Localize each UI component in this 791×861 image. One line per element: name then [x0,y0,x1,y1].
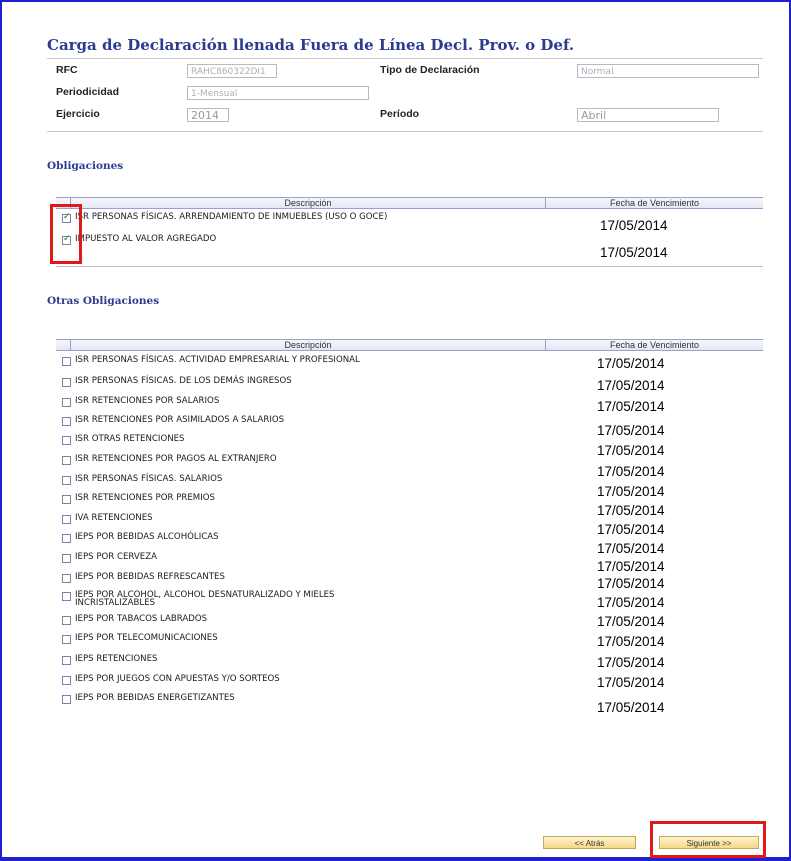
obligation-description: IEPS POR BEBIDAS ALCOHÓLICAS [75,532,219,542]
atras-button[interactable]: << Atrás [543,836,636,849]
obligation-due-date: 17/05/2014 [597,464,665,479]
obligation-due-date: 17/05/2014 [597,700,665,715]
obligation-description: IEPS POR TABACOS LABRADOS [75,614,208,624]
obligation-description: ISR PERSONAS FÍSICAS. ACTIVIDAD EMPRESAR… [75,355,360,365]
page-title: Carga de Declaración llenada Fuera de Lí… [47,36,575,54]
periodicidad-field[interactable]: 1-Mensual [187,86,369,100]
obligation-due-date: 17/05/2014 [597,595,665,610]
obligation-due-date: 17/05/2014 [597,356,665,371]
periodo-field[interactable]: Abril [577,108,719,122]
siguiente-highlight [650,821,766,858]
periodicidad-label: Periodicidad [56,86,120,98]
obligation-due-date: 17/05/2014 [600,245,668,260]
otras-col-descripcion: Descripción [284,340,332,350]
obligation-description: IEPS POR CERVEZA [75,552,157,562]
obligation-checkbox[interactable] [62,378,71,387]
title-divider [47,58,763,59]
obligation-checkbox[interactable] [62,616,71,625]
obligation-description: ISR OTRAS RETENCIONES [75,434,185,444]
obligation-checkbox[interactable] [62,436,71,445]
obligation-due-date: 17/05/2014 [597,614,665,629]
page-frame [0,0,791,859]
obligation-due-date: 17/05/2014 [597,503,665,518]
obligation-due-date: 17/05/2014 [597,443,665,458]
rfc-field[interactable]: RAHC860322DI1 [187,64,277,78]
obligaciones-col-fecha: Fecha de Vencimiento [609,198,700,208]
obligaciones-header: Descripción Fecha de Vencimiento [56,197,763,209]
obligation-due-date: 17/05/2014 [597,655,665,670]
tipo-declaracion-field[interactable]: Normal [577,64,759,78]
obligaciones-table-bottom [56,266,763,267]
obligation-description: IEPS POR JUEGOS CON APUESTAS Y/O SORTEOS [75,674,280,684]
otras-obligaciones-header: Descripción Fecha de Vencimiento [56,339,763,351]
obligation-checkbox[interactable] [62,695,71,704]
obligation-due-date: 17/05/2014 [597,484,665,499]
obligation-description: IVA RETENCIONES [75,513,153,523]
fields-divider [47,131,763,132]
obligation-description: IEPS POR BEBIDAS REFRESCANTES [75,572,225,582]
obligation-checkbox[interactable] [62,656,71,665]
obligation-checkbox[interactable] [62,456,71,465]
obligation-checkbox[interactable] [62,417,71,426]
otras-col-fecha: Fecha de Vencimiento [609,340,700,350]
obligation-checkbox[interactable] [62,495,71,504]
obligation-due-date: 17/05/2014 [597,378,665,393]
obligation-checkbox[interactable] [62,476,71,485]
obligation-due-date: 17/05/2014 [600,218,668,233]
obligaciones-col-descripcion: Descripción [284,198,332,208]
obligation-description: ISR PERSONAS FÍSICAS. DE LOS DEMÁS INGRE… [75,376,292,386]
obligation-due-date: 17/05/2014 [597,541,665,556]
checkbox-highlight [50,204,82,264]
obligation-checkbox[interactable] [62,534,71,543]
obligation-description: ISR RETENCIONES POR PAGOS AL EXTRANJERO [75,454,277,464]
obligation-checkbox[interactable] [62,398,71,407]
obligation-due-date: 17/05/2014 [597,399,665,414]
rfc-label: RFC [56,64,78,76]
obligation-checkbox[interactable] [62,554,71,563]
obligation-due-date: 17/05/2014 [597,675,665,690]
ejercicio-field[interactable]: 2014 [187,108,229,122]
obligation-due-date: 17/05/2014 [597,634,665,649]
obligation-description: IMPUESTO AL VALOR AGREGADO [75,234,217,244]
otras-obligaciones-heading: Otras Obligaciones [47,295,160,307]
obligation-due-date: 17/05/2014 [597,522,665,537]
obligation-description: ISR PERSONAS FÍSICAS. SALARIOS [75,474,223,484]
obligation-checkbox[interactable] [62,635,71,644]
obligaciones-heading: Obligaciones [47,160,124,172]
obligation-due-date: 17/05/2014 [597,423,665,438]
periodo-label: Período [380,108,420,120]
obligation-description: ISR PERSONAS FÍSICAS. ARRENDAMIENTO DE I… [75,212,388,222]
obligation-description: IEPS POR TELECOMUNICACIONES [75,633,218,643]
obligation-description: IEPS POR BEBIDAS ENERGETIZANTES [75,693,235,703]
obligation-description: ISR RETENCIONES POR ASIMILADOS A SALARIO… [75,415,285,425]
obligation-checkbox[interactable] [62,574,71,583]
obligation-description: ISR RETENCIONES POR SALARIOS [75,396,220,406]
obligation-due-date: 17/05/2014 [597,559,665,574]
obligation-description-line2: INCRISTALIZABLES [75,598,156,608]
obligation-due-date: 17/05/2014 [597,576,665,591]
obligation-checkbox[interactable] [62,592,71,601]
ejercicio-label: Ejercicio [56,108,100,120]
obligation-description: ISR RETENCIONES POR PREMIOS [75,493,215,503]
obligation-checkbox[interactable] [62,676,71,685]
obligation-checkbox[interactable] [62,357,71,366]
obligation-description: IEPS RETENCIONES [75,654,158,664]
tipo-declaracion-label: Tipo de Declaración [380,64,480,76]
obligation-checkbox[interactable] [62,515,71,524]
